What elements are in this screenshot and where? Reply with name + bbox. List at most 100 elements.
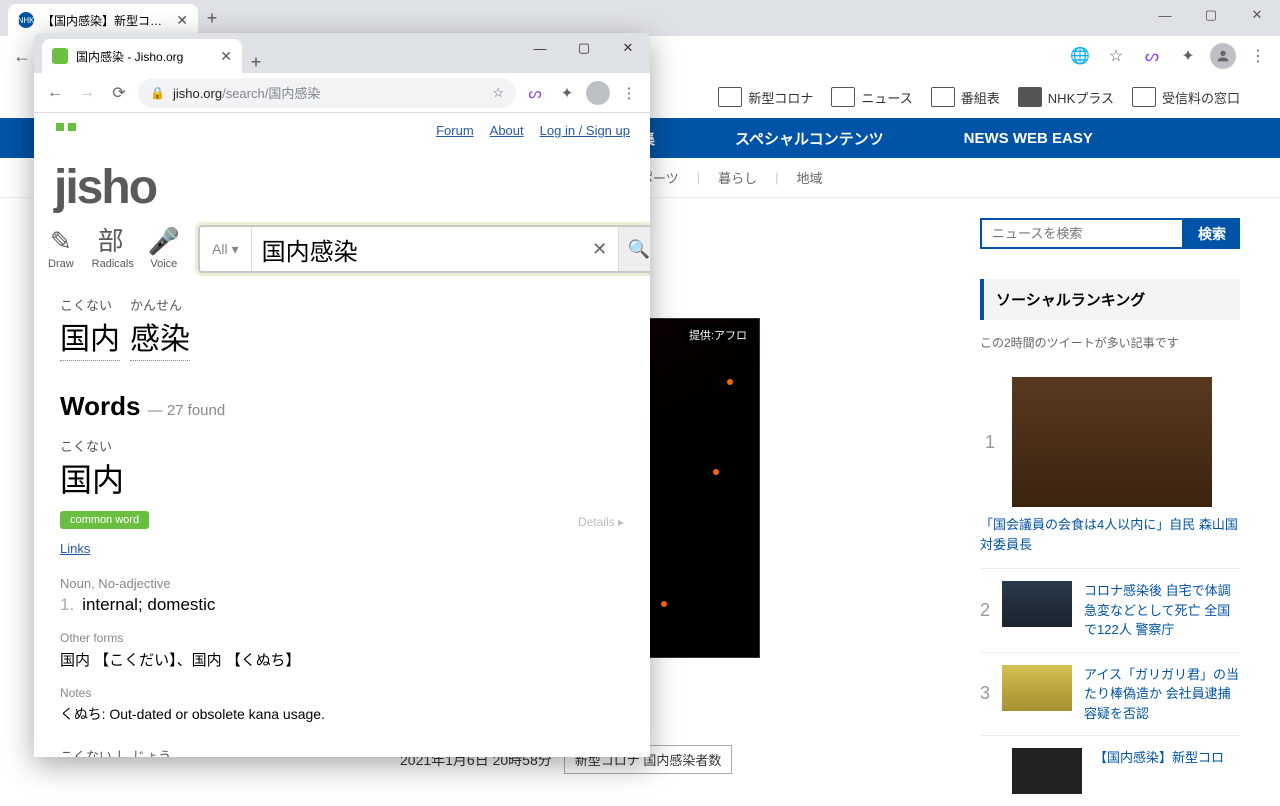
- util-label: 新型コロナ: [748, 88, 813, 107]
- radicals-tool[interactable]: 部Radicals: [92, 228, 130, 270]
- rank-number: 1: [980, 432, 1000, 453]
- video-credit: 提供:アフロ: [683, 325, 753, 345]
- jisho-favicon: [52, 48, 68, 64]
- rank-number: 2: [980, 600, 990, 621]
- login-link[interactable]: Log in / Sign up: [540, 123, 630, 138]
- popup-reload-button[interactable]: ⟳: [106, 83, 132, 103]
- rank-title: 【国内感染】新型コロ: [1094, 748, 1224, 794]
- extension-icon[interactable]: ᔕ: [1138, 46, 1166, 66]
- rank-number: 3: [980, 683, 990, 704]
- nav-item[interactable]: スペシャルコンテンツ: [735, 128, 884, 149]
- rank-title: 「国会議員の会食は4人以内に」自民 森山国対委員長: [980, 515, 1240, 554]
- nhk-favicon: NHK: [18, 12, 34, 28]
- news-search-button[interactable]: 検索: [1184, 218, 1240, 249]
- util-label: NHKプラス: [1048, 88, 1114, 107]
- close-tab-icon[interactable]: ✕: [220, 48, 232, 65]
- term-segment[interactable]: こくない 国内: [60, 295, 120, 361]
- util-schedule[interactable]: 番組表: [931, 87, 1000, 107]
- ranking-item[interactable]: 3 アイス「ガリガリ君」の当たり棒偽造か 会社員逮捕 容疑を否認: [980, 653, 1240, 737]
- entry-reading: こくない: [60, 436, 624, 455]
- search-filter-dropdown[interactable]: All▾: [200, 227, 252, 271]
- notes-heading: Notes: [60, 686, 624, 700]
- ranking-note: この2時間のツイートが多い記事です: [980, 334, 1240, 351]
- search-icon: 🔍: [628, 239, 650, 260]
- rank-thumbnail: [1002, 581, 1072, 627]
- window-close-button[interactable]: ✕: [1234, 0, 1280, 30]
- entry-details-link[interactable]: Details ▸: [578, 515, 624, 529]
- about-link[interactable]: About: [490, 123, 524, 138]
- rank-title: アイス「ガリガリ君」の当たり棒偽造か 会社員逮捕 容疑を否認: [1084, 665, 1240, 724]
- draw-tool[interactable]: ✎Draw: [48, 228, 74, 270]
- next-entry-reading: こくない し じょう: [60, 746, 624, 757]
- util-corona[interactable]: 新型コロナ: [718, 87, 813, 107]
- new-tab-button[interactable]: +: [198, 8, 226, 29]
- extensions-puzzle-icon[interactable]: ✦: [1174, 46, 1202, 66]
- ranking-item[interactable]: 1 「国会議員の会食は4人以内に」自民 森山国対委員長: [980, 365, 1240, 569]
- other-forms: 国内 【こくだい】、国内 【くぬち】: [60, 649, 624, 670]
- common-word-badge: common word: [60, 511, 149, 529]
- extension-icon[interactable]: ᔕ: [522, 84, 548, 102]
- notes-text: くぬち: Out-dated or obsolete kana usage.: [60, 704, 624, 724]
- url-text: jisho.org/search/国内感染: [173, 83, 484, 102]
- other-forms-heading: Other forms: [60, 631, 624, 645]
- nav-item[interactable]: NEWS WEB EASY: [964, 130, 1093, 147]
- term-segment[interactable]: かんせん 感染: [130, 295, 190, 361]
- popup-chrome-menu-icon[interactable]: ⋮: [616, 84, 642, 102]
- entry-links[interactable]: Links: [60, 541, 90, 556]
- microphone-icon: 🎤: [148, 228, 180, 254]
- voice-tool[interactable]: 🎤Voice: [148, 228, 180, 270]
- radical-icon: 部: [92, 228, 130, 254]
- chrome-menu-icon[interactable]: ⋮: [1244, 46, 1272, 66]
- forum-link[interactable]: Forum: [436, 123, 474, 138]
- subnav-item[interactable]: 地域: [797, 168, 823, 187]
- window-maximize-button[interactable]: ▢: [1188, 0, 1234, 30]
- subnav-item[interactable]: 暮らし: [718, 168, 757, 187]
- popup-back-button[interactable]: ←: [42, 84, 68, 102]
- bookmark-star-icon[interactable]: ☆: [1102, 46, 1130, 66]
- ranking-item[interactable]: 2 コロナ感染後 自宅で体調急変などとして死亡 全国で122人 警察庁: [980, 569, 1240, 653]
- util-fee[interactable]: 受信料の窓口: [1132, 87, 1240, 107]
- search-submit-button[interactable]: 🔍: [618, 227, 650, 271]
- rank-thumbnail: [1002, 665, 1072, 711]
- lock-icon: 🔒: [150, 86, 165, 100]
- address-bar[interactable]: 🔒 jisho.org/search/国内感染 ☆: [138, 78, 516, 108]
- translate-icon[interactable]: 🌐: [1066, 46, 1094, 66]
- popup-tab-jisho[interactable]: 国内感染 - Jisho.org ✕: [42, 39, 242, 73]
- popup-profile-avatar[interactable]: [586, 81, 610, 105]
- sense-definition: 1.internal; domestic: [60, 595, 624, 615]
- clear-search-button[interactable]: ✕: [582, 227, 618, 271]
- util-label: 受信料の窓口: [1162, 88, 1240, 107]
- util-label: 番組表: [961, 88, 1000, 107]
- popup-minimize-button[interactable]: —: [518, 33, 562, 63]
- util-news[interactable]: ニュース: [831, 87, 912, 107]
- part-of-speech: Noun, No-adjective: [60, 576, 624, 591]
- chevron-down-icon: ▾: [232, 241, 239, 258]
- entry-kanji: 国内: [60, 455, 624, 501]
- words-heading: Words — 27 found: [60, 391, 624, 422]
- rank-thumbnail: [1012, 748, 1082, 794]
- browser-tab-nhk[interactable]: NHK 【国内感染】新型コロナ 65人死亡 6 ✕: [8, 4, 198, 36]
- popup-maximize-button[interactable]: ▢: [562, 33, 606, 63]
- search-input[interactable]: [252, 227, 582, 271]
- util-label: ニュース: [861, 88, 912, 107]
- window-minimize-button[interactable]: —: [1142, 0, 1188, 30]
- news-search-input[interactable]: [980, 218, 1184, 249]
- popup-forward-button[interactable]: →: [74, 84, 100, 102]
- popup-new-tab-button[interactable]: +: [242, 52, 270, 73]
- rank-thumbnail: [1012, 377, 1212, 507]
- extensions-puzzle-icon[interactable]: ✦: [554, 84, 580, 102]
- close-tab-icon[interactable]: ✕: [176, 12, 188, 29]
- rank-title: コロナ感染後 自宅で体調急変などとして死亡 全国で122人 警察庁: [1084, 581, 1240, 640]
- pencil-icon: ✎: [48, 228, 74, 254]
- jisho-popup-window: 国内感染 - Jisho.org ✕ + — ▢ ✕ ← → ⟳ 🔒 jisho…: [34, 33, 650, 757]
- back-button[interactable]: ←: [8, 46, 36, 67]
- jisho-logo[interactable]: jisho: [54, 123, 156, 209]
- tab-title: 【国内感染】新型コロナ 65人死亡 6: [42, 12, 168, 29]
- bookmark-star-icon[interactable]: ☆: [492, 85, 504, 101]
- profile-avatar[interactable]: [1210, 43, 1236, 69]
- ranking-heading: ソーシャルランキング: [980, 279, 1240, 320]
- popup-close-button[interactable]: ✕: [606, 33, 650, 63]
- ranking-item[interactable]: 【国内感染】新型コロ: [980, 736, 1240, 806]
- util-nhkplus[interactable]: NHKプラス: [1018, 87, 1114, 107]
- popup-tab-title: 国内感染 - Jisho.org: [76, 48, 212, 65]
